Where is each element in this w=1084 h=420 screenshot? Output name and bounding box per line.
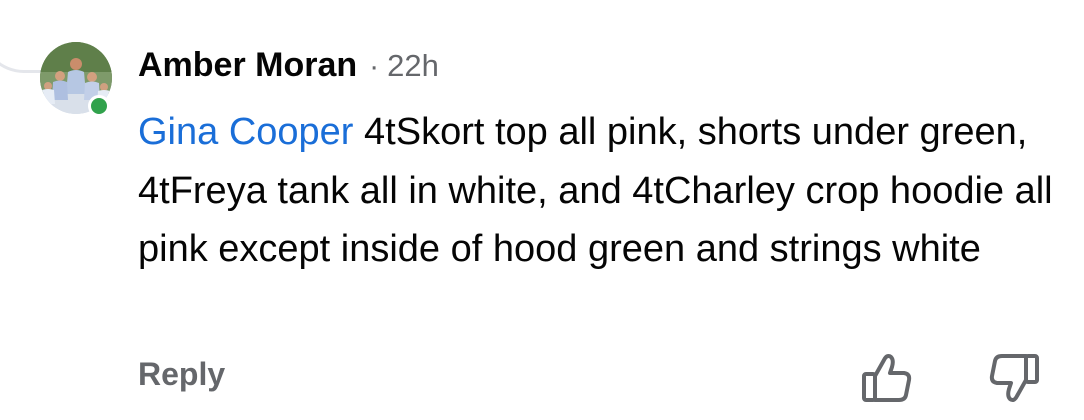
thumbs-down-icon[interactable]	[987, 352, 1041, 404]
thread-connector-line	[0, 0, 41, 73]
comment-container: Amber Moran · 22h Gina Cooper 4tSkort to…	[0, 0, 1084, 420]
mention-link[interactable]: Gina Cooper	[138, 111, 353, 153]
comment-timestamp[interactable]: 22h	[387, 48, 439, 84]
online-status-indicator	[88, 95, 110, 117]
comment-body: Gina Cooper 4tSkort top all pink, shorts…	[138, 103, 1068, 279]
separator-dot: ·	[369, 50, 380, 83]
thumbs-up-icon[interactable]	[860, 352, 914, 404]
comment-header: Amber Moran · 22h	[138, 46, 439, 90]
reply-button[interactable]: Reply	[138, 356, 225, 393]
author-name[interactable]: Amber Moran	[138, 46, 357, 85]
